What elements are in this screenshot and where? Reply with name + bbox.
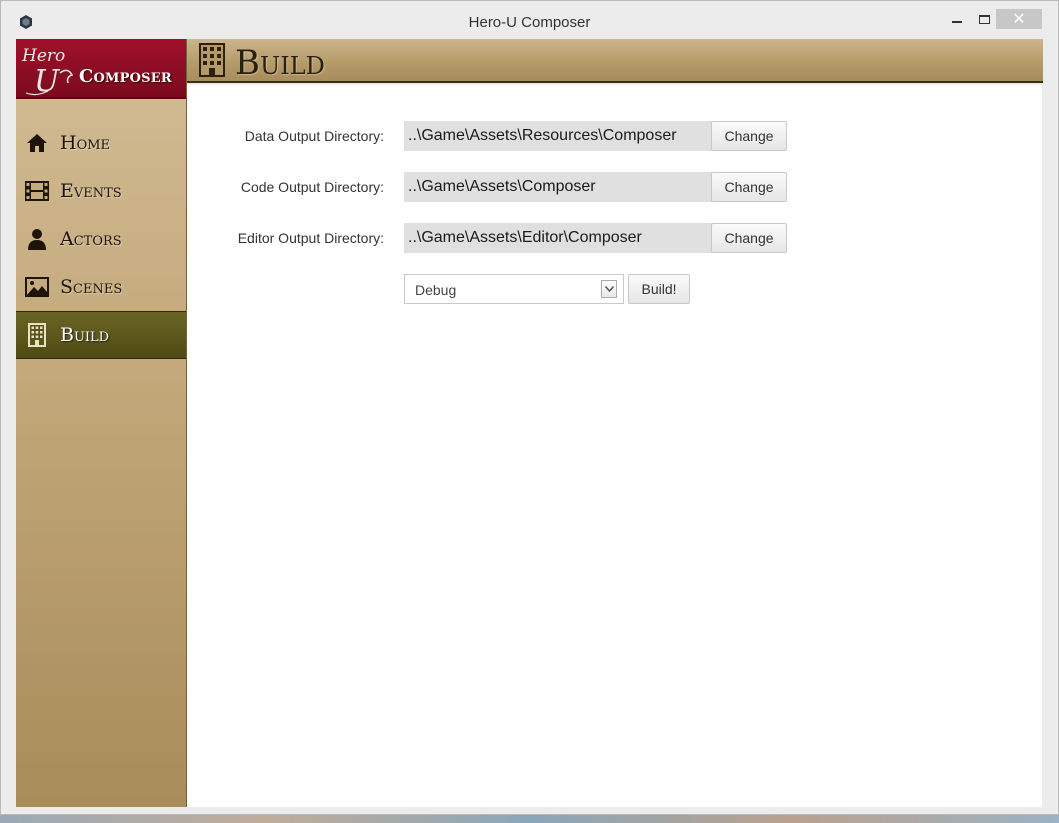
logo-mark-hero: Hero [21,46,65,66]
page-header: Build [187,39,1043,83]
sidebar-item-label: Actors [60,228,122,250]
data-output-label: Data Output Directory: [244,128,384,144]
build-config-select[interactable]: Debug [404,274,624,304]
close-icon: ✕ [1012,11,1026,28]
sidebar-item-events[interactable]: Events [16,167,186,215]
close-button[interactable]: ✕ [996,9,1042,29]
editor-output-field[interactable]: ..\Game\Assets\Editor\Composer [404,223,712,253]
data-output-change-button[interactable]: Change [711,121,787,151]
editor-output-label: Editor Output Directory: [237,230,384,246]
code-output-change-button[interactable]: Change [711,172,787,202]
home-icon [24,131,50,155]
desktop-background-bottom [0,815,1059,823]
app-window: Hero-U Composer ✕ Hero U Composer Home E… [0,0,1059,815]
building-icon [199,43,225,77]
hero-u-logo-mark: Hero U [21,46,74,97]
page-title: Build [235,43,325,83]
sidebar-item-home[interactable]: Home [16,119,186,167]
data-output-row: Data Output Directory: ..\Game\Assets\Re… [187,121,1042,151]
maximize-icon [978,14,990,24]
building-icon [24,323,50,347]
chevron-down-icon[interactable] [601,280,617,298]
app-logo: Hero U Composer [16,39,186,99]
build-button[interactable]: Build! [628,274,690,304]
code-output-field[interactable]: ..\Game\Assets\Composer [404,172,712,202]
editor-output-row: Editor Output Directory: ..\Game\Assets\… [187,223,1042,253]
main-content: Data Output Directory: ..\Game\Assets\Re… [187,85,1042,807]
logo-text: Composer [79,66,172,87]
sidebar-item-build[interactable]: Build [16,311,186,359]
code-output-row: Code Output Directory: ..\Game\Assets\Co… [187,172,1042,202]
film-icon [24,179,50,203]
sidebar-item-label: Events [60,180,122,202]
sidebar-item-label: Scenes [60,276,123,298]
build-config-value: Debug [415,282,457,298]
picture-icon [24,275,50,299]
sidebar-item-label: Build [60,324,110,346]
minimize-icon [952,21,962,23]
sidebar-item-scenes[interactable]: Scenes [16,263,186,311]
sidebar: Hero U Composer Home Events Actors Scene… [16,39,187,807]
editor-output-change-button[interactable]: Change [711,223,787,253]
data-output-field[interactable]: ..\Game\Assets\Resources\Composer [404,121,712,151]
code-output-label: Code Output Directory: [240,179,384,195]
sidebar-nav: Home Events Actors Scenes Build [16,119,186,359]
sidebar-item-actors[interactable]: Actors [16,215,186,263]
window-title: Hero-U Composer [468,14,591,31]
person-icon [24,227,50,251]
sidebar-item-label: Home [60,132,111,154]
logo-mark-u: U [34,64,61,97]
title-bar[interactable]: Hero-U Composer ✕ [1,1,1058,39]
